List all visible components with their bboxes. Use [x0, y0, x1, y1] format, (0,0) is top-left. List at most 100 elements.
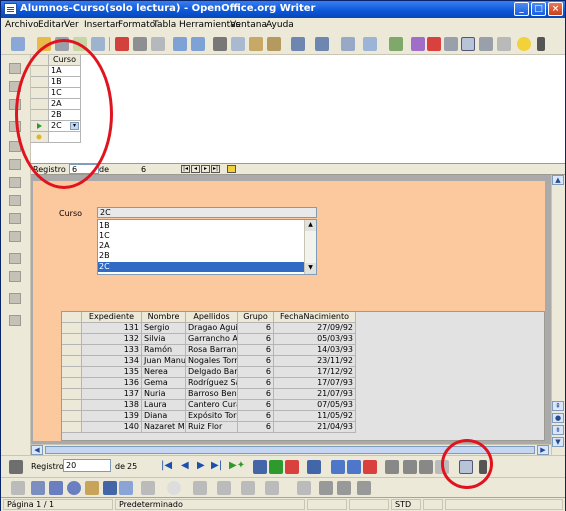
menu-insertar[interactable]: Insertar — [84, 20, 119, 30]
table-cell[interactable]: Delgado Barbo — [186, 367, 238, 378]
more-controls-icon[interactable] — [9, 271, 21, 282]
block-arrows-icon[interactable] — [193, 481, 207, 495]
help-icon[interactable] — [517, 37, 531, 51]
column-header[interactable]: Nombre — [142, 312, 186, 323]
line-icon[interactable] — [31, 481, 45, 495]
table-cell[interactable]: Silvia — [142, 334, 186, 345]
design-mode-icon[interactable] — [9, 63, 21, 74]
find-replace-icon[interactable] — [411, 37, 425, 51]
column-header[interactable]: FechaNacimiento — [274, 312, 356, 323]
table-cell[interactable]: Gema — [142, 378, 186, 389]
label-field-icon[interactable] — [9, 253, 21, 264]
table-cell[interactable]: Cantero Curac — [186, 400, 238, 411]
table-cell[interactable]: 11/05/92 — [274, 411, 356, 422]
table-cell[interactable]: Ruiz Flor — [186, 422, 238, 433]
menu-ayuda[interactable]: Ayuda — [266, 20, 294, 30]
list-scrollbar[interactable]: ▲ ▼ — [304, 220, 316, 274]
menu-tabla[interactable]: Tabla — [153, 20, 176, 30]
scroll-up-icon[interactable]: ▲ — [552, 175, 564, 185]
scroll-left-icon[interactable]: ◀ — [31, 445, 43, 455]
table-row-header[interactable] — [62, 389, 82, 400]
zoom-icon[interactable] — [497, 37, 511, 51]
callout-icon[interactable] — [119, 481, 133, 495]
table-cell[interactable]: 6 — [238, 422, 274, 433]
gallery-icon[interactable] — [444, 37, 458, 51]
table-row-header[interactable] — [62, 422, 82, 433]
scroll-down-icon[interactable]: ▼ — [552, 437, 564, 447]
scroll-up-icon[interactable]: ▲ — [305, 220, 316, 231]
table-cell[interactable]: Dragao Aguiler — [186, 323, 238, 334]
table-cell[interactable]: 6 — [238, 345, 274, 356]
sort-descending-icon[interactable] — [347, 460, 361, 474]
table-cell[interactable]: 6 — [238, 400, 274, 411]
fontwork-icon[interactable] — [319, 481, 333, 495]
rectangle-icon[interactable] — [49, 481, 63, 495]
table-cell[interactable]: 14/03/93 — [274, 345, 356, 356]
select-arrow-icon[interactable] — [11, 481, 25, 495]
redo-icon[interactable] — [315, 37, 329, 51]
table-cell[interactable]: Nazaret Marí — [142, 422, 186, 433]
last-record-icon[interactable]: ▶| — [211, 460, 222, 471]
column-header[interactable]: Apellidos — [186, 312, 238, 323]
wizards-icon[interactable] — [9, 315, 21, 326]
ellipse-icon[interactable] — [67, 481, 81, 495]
table-cell[interactable]: 23/11/92 — [274, 356, 356, 367]
previous-record-icon[interactable]: ◂ — [191, 165, 200, 173]
last-record-icon[interactable]: ▸| — [211, 165, 220, 173]
table-cell[interactable]: Nerea — [142, 367, 186, 378]
table-cell[interactable]: Sergio — [142, 323, 186, 334]
basic-shapes-icon[interactable] — [141, 481, 155, 495]
new-record-icon[interactable]: ▶✦ — [229, 460, 245, 471]
formatting-marks-icon[interactable] — [479, 37, 493, 51]
undo-icon[interactable] — [291, 37, 305, 51]
autofilter-icon[interactable] — [385, 460, 399, 474]
insert-table-icon[interactable] — [363, 37, 377, 51]
paste-icon[interactable] — [249, 37, 263, 51]
table-cell[interactable]: Barroso Benite — [186, 389, 238, 400]
table-cell[interactable]: 6 — [238, 323, 274, 334]
first-record-icon[interactable]: |◂ — [181, 165, 190, 173]
table-cell[interactable]: 6 — [238, 334, 274, 345]
table-cell[interactable]: 05/03/93 — [274, 334, 356, 345]
copy-icon[interactable] — [231, 37, 245, 51]
table-row-header[interactable] — [62, 323, 82, 334]
menu-formato[interactable]: Formato — [118, 20, 155, 30]
cut-icon[interactable] — [213, 37, 227, 51]
export-pdf-icon[interactable] — [115, 37, 129, 51]
option-button-icon[interactable] — [9, 195, 21, 206]
list-item[interactable]: 2B — [98, 251, 304, 261]
curso-list-box[interactable]: 1B 1C 2A 2B 2C ▲ ▼ — [97, 219, 317, 275]
record-number-field[interactable]: 20 — [63, 459, 111, 472]
navigation-icon[interactable]: ● — [552, 413, 564, 423]
spellcheck-icon[interactable] — [173, 37, 187, 51]
text-icon[interactable] — [103, 481, 117, 495]
freeform-icon[interactable] — [85, 481, 99, 495]
menu-ver[interactable]: Ver — [64, 20, 79, 30]
next-page-icon[interactable]: ⇟ — [552, 425, 564, 435]
table-cell[interactable]: Rosa Barranca — [186, 345, 238, 356]
table-cell[interactable]: 6 — [238, 411, 274, 422]
table-cell[interactable]: 6 — [238, 389, 274, 400]
list-box-icon[interactable] — [9, 213, 21, 224]
list-item[interactable]: 1C — [98, 231, 304, 241]
column-header[interactable]: Expediente — [82, 312, 142, 323]
table-cell[interactable]: Nogales Torrac — [186, 356, 238, 367]
table-cell[interactable]: 21/04/93 — [274, 422, 356, 433]
data-sources-icon[interactable] — [461, 37, 475, 51]
table-cell[interactable]: 137 — [82, 389, 142, 400]
menu-ventana[interactable]: Ventana — [230, 20, 267, 30]
previous-page-icon[interactable]: ⇞ — [552, 401, 564, 411]
column-header[interactable]: Grupo — [238, 312, 274, 323]
hyperlink-icon[interactable] — [341, 37, 355, 51]
table-cell[interactable]: Garrancho Asp — [186, 334, 238, 345]
table-cell[interactable]: 138 — [82, 400, 142, 411]
extrusion-icon[interactable] — [357, 481, 371, 495]
callouts-icon[interactable] — [241, 481, 255, 495]
list-item-selected[interactable]: 2C — [98, 262, 304, 272]
table-cell[interactable]: Nuria — [142, 389, 186, 400]
table-cell[interactable]: 139 — [82, 411, 142, 422]
page-indicator[interactable]: Página 1 / 1 — [3, 499, 113, 510]
stars-icon[interactable] — [265, 481, 279, 495]
refresh-icon[interactable] — [307, 460, 321, 474]
print-icon[interactable] — [133, 37, 147, 51]
